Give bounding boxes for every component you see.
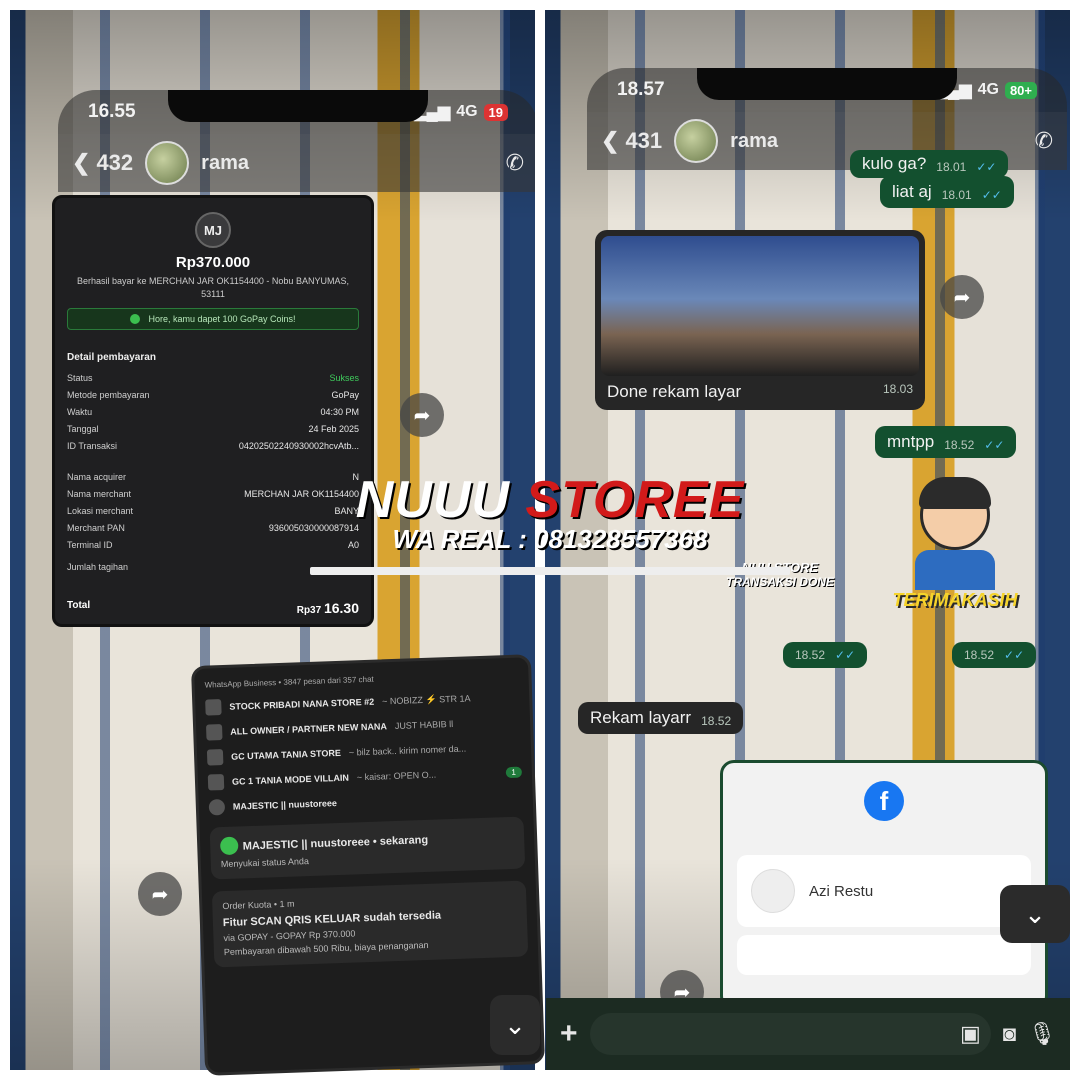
watermark-brand: NUUU STOREE <box>355 471 745 529</box>
store-watermark: NUUU STOREE WA REAL : 081328557368 <box>280 470 820 575</box>
chevron-down-icon: ⌄ <box>504 1009 526 1040</box>
video-caption-row: Done rekam layar 18.03 <box>607 382 913 401</box>
receipt-total: Total Rp37 16.30 <box>67 600 359 616</box>
message-out[interactable]: 18.52 ✓✓ <box>952 642 1037 668</box>
message-out[interactable]: 18.52 ✓✓ <box>783 642 868 668</box>
account-row: Azi Restu <box>737 855 1031 927</box>
image-time: 16.30 <box>323 600 359 616</box>
notch <box>168 90 428 122</box>
network-label: 4G <box>456 103 478 120</box>
collage: 16.55 ▂▄▆ 4G 19 ❮ 432 rama ✆ MJ Rp370.00… <box>0 0 1080 1080</box>
forward-icon[interactable]: ➦ <box>138 872 182 916</box>
facebook-login-image[interactable]: f Azi Restu <box>720 760 1048 1010</box>
add-call-icon[interactable]: ✆ <box>506 150 524 176</box>
message-out[interactable]: kulo ga? 18.01 ✓✓ <box>850 150 1009 178</box>
unread-badge: 1 <box>505 766 523 778</box>
list-item: GC UTAMA TANIA STORE ~ bilz back.. kirim … <box>206 739 521 766</box>
detail-row: ID Transaksi 04202502240930002hcvAtb... <box>67 441 359 452</box>
avatar <box>751 869 795 913</box>
forward-icon[interactable]: ➦ <box>400 393 444 437</box>
sticker-text: TERIMAKASIH <box>892 590 1018 610</box>
watermark-bar <box>310 567 790 575</box>
list-item: ALL OWNER / PARTNER NEW NANA JUST HABIB l… <box>206 714 520 741</box>
detail-row: Metode pembayaran GoPay <box>67 390 359 401</box>
signal-group: ▂▄▆ 4G 19 <box>414 102 508 122</box>
sticker-icon[interactable]: ▣ <box>960 1021 981 1047</box>
account-row <box>737 935 1031 975</box>
add-call-icon[interactable]: ✆ <box>1035 128 1053 154</box>
group-icon <box>206 724 223 741</box>
contact-name[interactable]: rama <box>201 152 493 175</box>
group-icon <box>206 748 224 766</box>
detail-row: Waktu 04:30 PM <box>67 407 359 418</box>
detail-row: Status Sukses <box>67 373 359 384</box>
read-ticks-icon: ✓✓ <box>1004 648 1025 662</box>
avatar[interactable] <box>674 119 719 163</box>
check-icon <box>130 314 141 325</box>
unread-count: 431 <box>625 128 663 153</box>
detail-title: Detail pembayaran <box>67 352 156 364</box>
read-ticks-icon: ✓✓ <box>835 648 856 662</box>
notch <box>697 68 957 100</box>
chat-header: ❮ 432 rama ✆ <box>58 134 535 192</box>
read-ticks-icon: ✓✓ <box>984 438 1005 452</box>
group-icon <box>207 773 225 791</box>
unread-count: 432 <box>96 150 134 175</box>
total-value: Rp37 16.30 <box>296 600 359 616</box>
sticker-thanks[interactable]: TERIMAKASIH <box>890 477 1020 630</box>
detail-row: Tanggal 24 Feb 2025 <box>67 424 359 435</box>
read-ticks-icon: ✓✓ <box>981 188 1002 202</box>
status-notification: MAJESTIC || nuustoreee • sekarang Menyuk… <box>209 816 526 880</box>
video-message[interactable]: Done rekam layar 18.03 <box>595 230 925 410</box>
back-button[interactable]: ❮ 432 <box>72 150 133 176</box>
list-item: GC 1 TANIA MODE VILLAIN ~ kaisar: OPEN O.… <box>207 764 523 791</box>
battery-icon: 80+ <box>1004 81 1037 99</box>
microphone-icon[interactable]: 🎙 <box>1028 1021 1056 1047</box>
read-ticks-icon: ✓✓ <box>976 160 997 174</box>
notif-header: WhatsApp Business • 3847 pesan dari 357 … <box>204 674 374 690</box>
list-item: MAJESTIC || nuustoreee <box>208 789 523 816</box>
order-notification: Order Kuota • 1 m Fitur SCAN QRIS KELUAR… <box>211 880 529 968</box>
sticker-body <box>915 550 995 590</box>
chevron-down-icon: ⌄ <box>1024 898 1046 929</box>
user-icon <box>208 798 226 816</box>
network-label: 4G <box>977 81 999 98</box>
coins-banner: Hore, kamu dapet 100 GoPay Coins! <box>67 308 359 331</box>
scroll-down-button[interactable]: ⌄ <box>1000 885 1070 943</box>
chevron-left-icon: ❮ <box>601 128 620 153</box>
message-input-bar: + ▣ ◙ 🎙 <box>546 998 1070 1070</box>
merchant-line: Berhasil bayar ke MERCHAN JAR OK1154400 … <box>77 276 349 299</box>
receipt-amount: Rp370.000 <box>175 254 251 271</box>
status-icon <box>219 836 239 856</box>
facebook-icon: f <box>864 781 904 821</box>
sticker-face <box>919 477 991 550</box>
list-item: STOCK PRIBADI NANA STORE #2 ~ NOBIZZ ⚡ ST… <box>205 689 519 716</box>
group-icon <box>205 699 222 716</box>
video-thumbnail <box>601 236 919 376</box>
plus-icon[interactable]: + <box>560 1017 578 1051</box>
message-out[interactable]: liat aj 18.01 ✓✓ <box>880 176 1014 208</box>
merchant-avatar: MJ <box>195 212 231 248</box>
coins-text: Hore, kamu dapet 100 GoPay Coins! <box>148 314 296 325</box>
chevron-left-icon: ❮ <box>72 150 91 175</box>
total-label: Total <box>67 600 91 611</box>
message-in[interactable]: Rekam layarr 18.52 <box>578 702 744 734</box>
forward-icon[interactable]: ➦ <box>940 275 984 319</box>
status-time: 16.55 <box>88 101 136 122</box>
battery-icon: 19 <box>483 103 508 121</box>
status-time: 18.57 <box>617 79 665 100</box>
account-name: Azi Restu <box>809 882 874 900</box>
camera-icon[interactable]: ◙ <box>1003 1021 1016 1047</box>
message-input[interactable]: ▣ <box>589 1013 991 1055</box>
scroll-down-button[interactable]: ⌄ <box>490 995 540 1055</box>
avatar[interactable] <box>145 141 190 185</box>
back-button[interactable]: ❮ 431 <box>601 128 662 154</box>
message-out[interactable]: mntpp 18.52 ✓✓ <box>875 426 1017 458</box>
